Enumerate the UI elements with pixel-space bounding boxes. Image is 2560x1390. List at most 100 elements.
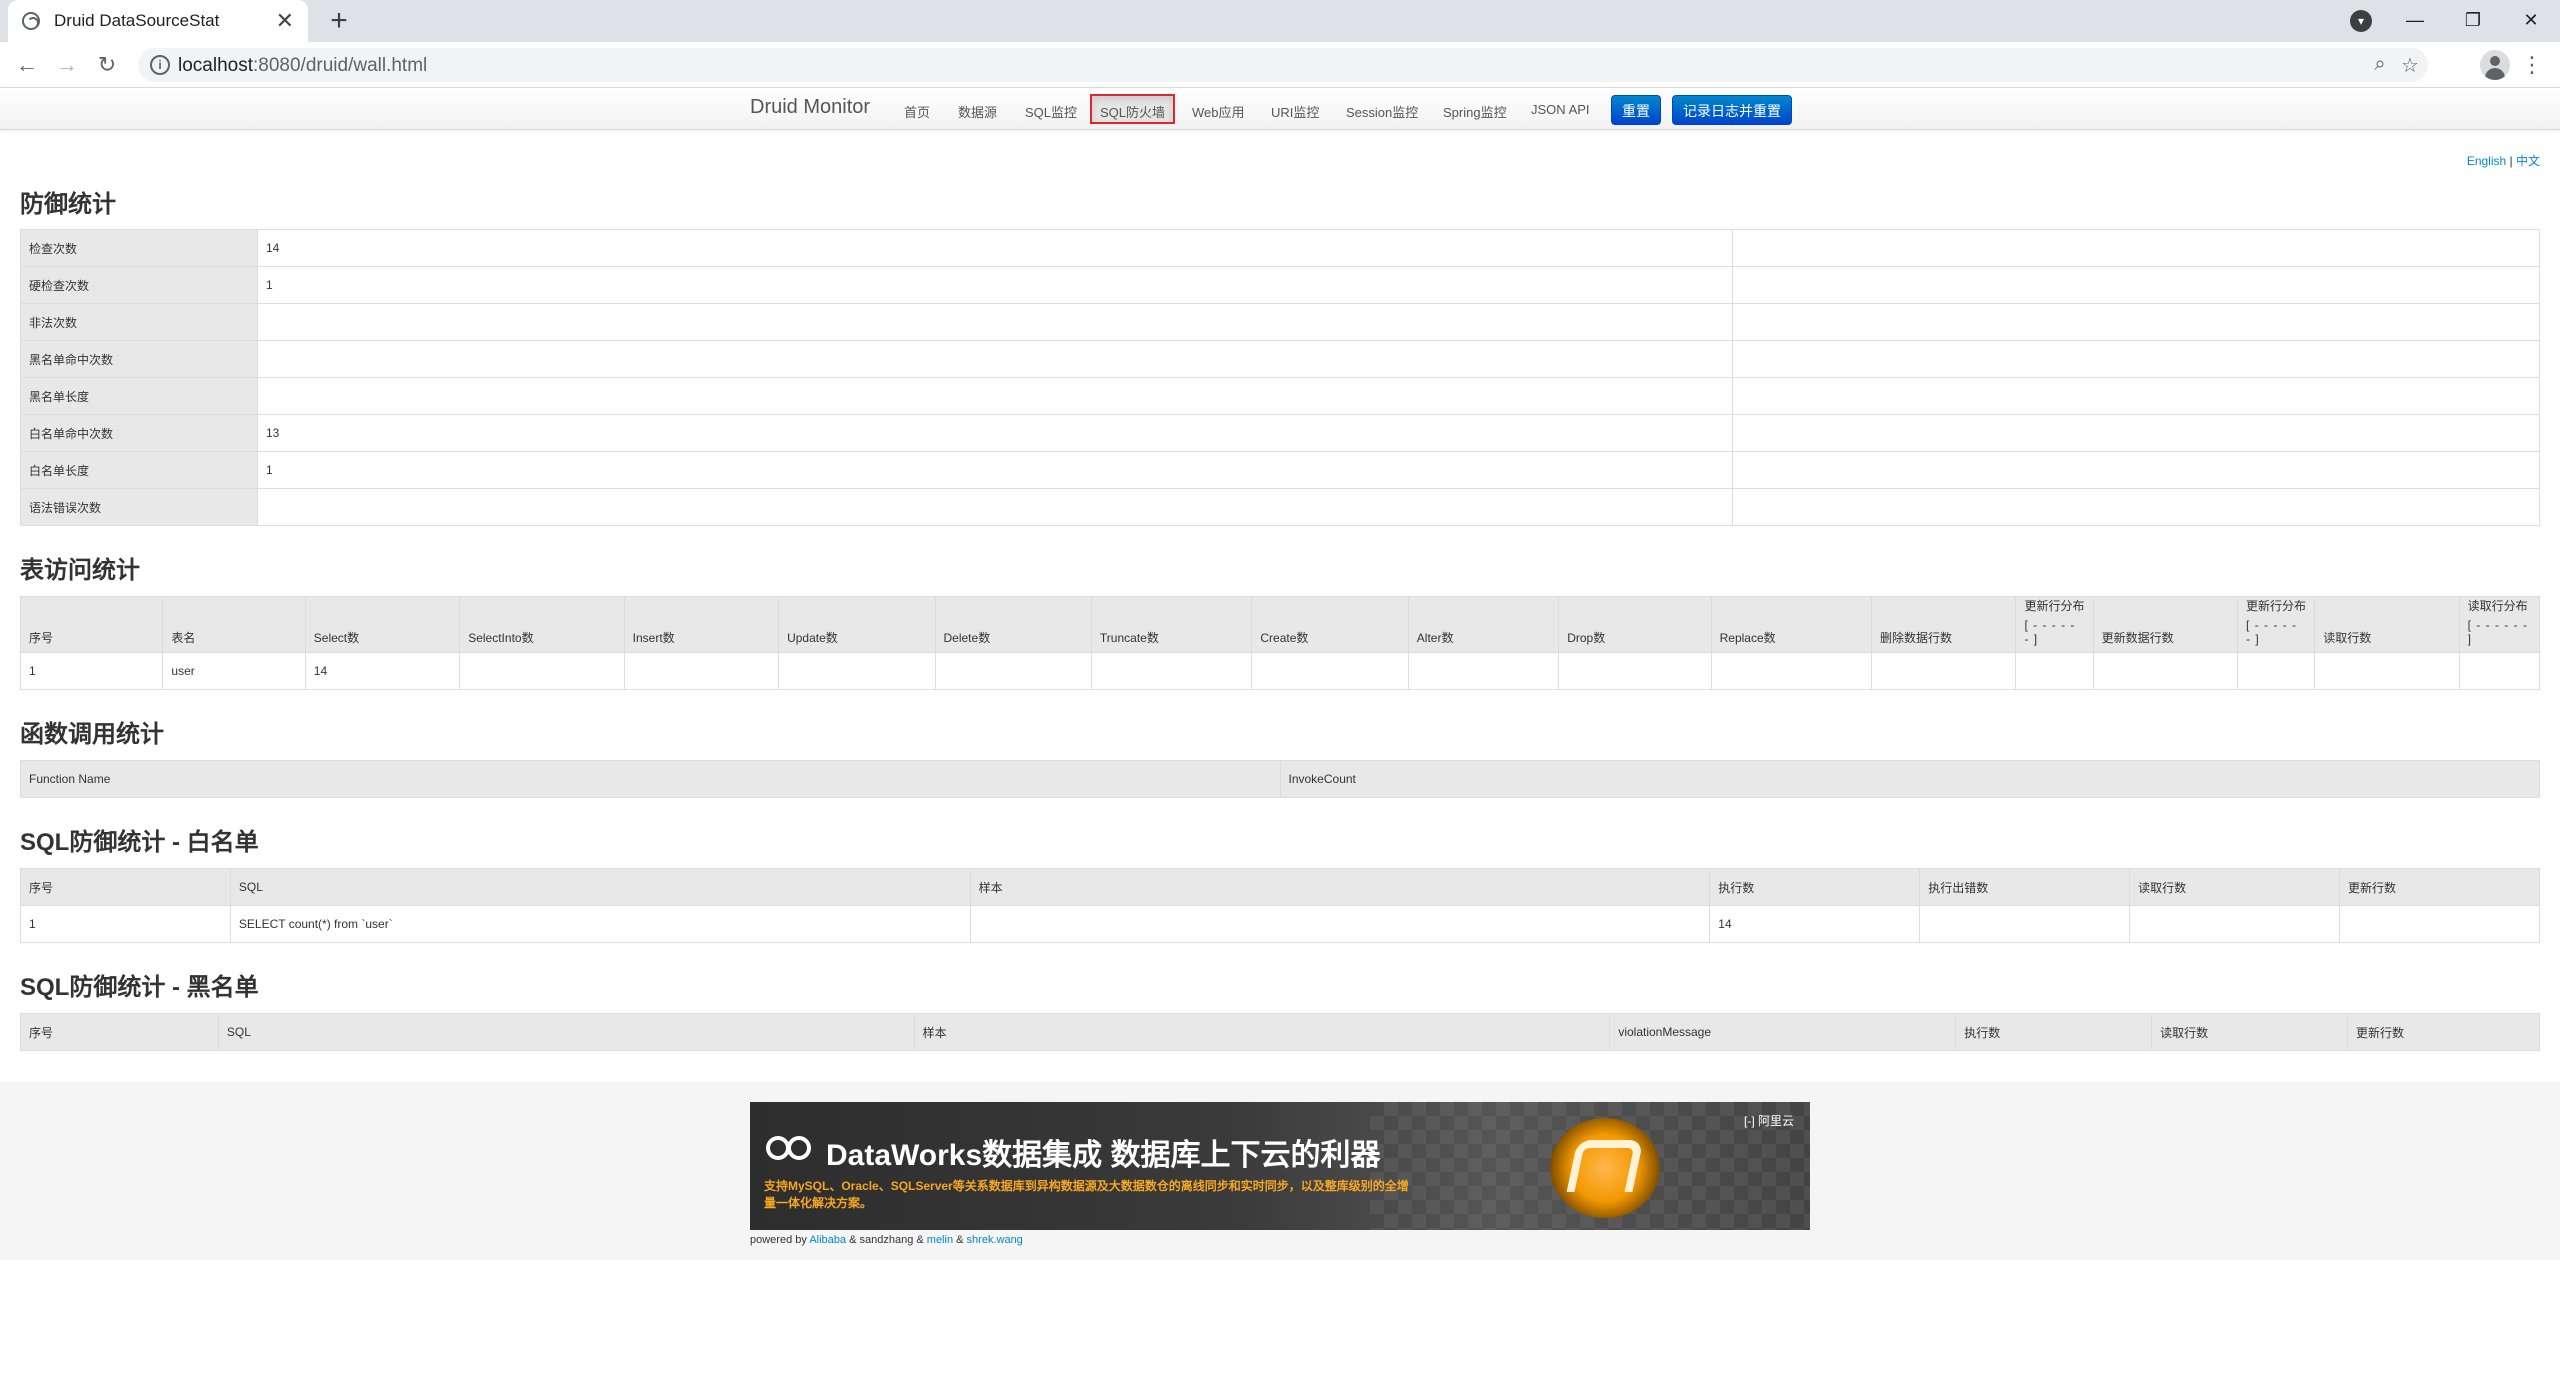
access-col-header[interactable]: 序号 [19,596,164,653]
defense-value [257,377,1733,415]
defense-value: 1 [257,266,1733,304]
banner-title: DataWorks数据集成 数据库上下云的利器 [826,1139,1381,1172]
defense-label: 黑名单命中次数 [20,340,258,378]
nav-sql-firewall[interactable]: SQL防火墙 [1090,94,1176,124]
defense-row: 白名单命中次数 13 [20,414,2540,452]
banner-subtitle: 支持MySQL、Oracle、SQLServer等关系数据库到异构数据源及大数据… [764,1179,1409,1210]
access-col-header[interactable]: 读取行数 [2314,596,2460,653]
reset-button[interactable]: 重置 [1611,95,1661,125]
browser-menu-icon[interactable]: ⋮ [2520,50,2544,80]
tab-search-icon[interactable]: ▾ [2350,10,2372,32]
powered-sep-1: & sandzhang & [849,1234,924,1246]
defense-extra-cell [1732,451,2540,489]
lang-english-link[interactable]: English [2467,154,2506,168]
function-stats-title: 函数调用统计 [20,721,164,748]
access-col-header[interactable]: 表名 [162,596,306,653]
close-window-button[interactable]: ✕ [2502,0,2560,42]
function-col-header[interactable]: Function Name [20,760,1281,798]
brand[interactable]: Druid Monitor [750,96,870,119]
dataworks-ad-banner[interactable]: DataWorks数据集成 数据库上下云的利器 支持MySQL、Oracle、S… [750,1102,1810,1230]
browser-tab[interactable]: Druid DataSourceStat ✕ [8,0,308,42]
new-tab-button[interactable]: + [322,4,356,38]
zoom-icon[interactable]: ⌕ [2368,53,2392,76]
access-col-header[interactable]: Update数 [778,596,936,653]
access-col-header[interactable]: 更新行分布 [ - - - - - - ] [2015,596,2094,653]
nav-datasource[interactable]: 数据源 [958,102,997,121]
nav-session-monitor[interactable]: Session监控 [1346,102,1418,121]
nav-spring-monitor[interactable]: Spring监控 [1443,102,1507,121]
table-row: 1 SELECT count(*) from `user` 14 [20,905,2540,943]
blacklist-col-header[interactable]: SQL [217,1013,915,1051]
shrek-link[interactable]: shrek.wang [967,1234,1023,1246]
access-col-label: 更新行分布 [2246,599,2307,613]
access-col-header[interactable]: Delete数 [934,596,1092,653]
access-col-header[interactable]: Replace数 [1710,596,1873,653]
access-col-label: Delete数 [943,631,991,645]
access-col-header[interactable]: 读取行分布 [ - - - - - - ] [2458,596,2541,653]
blacklist-col-header[interactable]: 更新行数 [2347,1013,2540,1051]
whitelist-title: SQL防御统计 - 白名单 [20,829,259,856]
aliyun-brand: [-] 阿里云 [1743,1114,1794,1128]
function-col-header[interactable]: InvokeCount [1279,760,2540,798]
whitelist-col-header[interactable]: 读取行数 [2129,868,2341,906]
melin-link[interactable]: melin [927,1234,953,1246]
nav-web-app[interactable]: Web应用 [1192,102,1245,121]
nav-home[interactable]: 首页 [904,102,930,121]
profile-avatar-icon[interactable] [2480,50,2510,80]
tab-close-icon[interactable]: ✕ [276,8,294,34]
access-col-label: Update数 [787,631,838,645]
whitelist-col-header[interactable]: 执行出错数 [1919,868,2131,906]
table-row: 1 user 14 [19,652,2541,690]
access-col-header[interactable]: 更新行分布 [ - - - - - - ] [2237,596,2316,653]
access-col-header[interactable]: Create数 [1251,596,1409,653]
defense-label: 语法错误次数 [20,488,258,526]
defense-value: 1 [257,451,1733,489]
whitelist-cell [2129,905,2341,943]
blacklist-col-header[interactable]: 样本 [913,1013,1611,1051]
defense-row: 语法错误次数 [20,488,2540,526]
footer: DataWorks数据集成 数据库上下云的利器 支持MySQL、Oracle、S… [0,1082,2560,1260]
distribution-range: [ - - - - - - ] [2024,618,2076,646]
access-cell [1871,652,2017,690]
powered-by: powered by Alibaba & sandzhang & melin &… [750,1234,1023,1246]
log-and-reset-button[interactable]: 记录日志并重置 [1672,95,1792,125]
whitelist-col-header[interactable]: 序号 [20,868,231,906]
nav-sql-monitor[interactable]: SQL监控 [1025,102,1077,121]
lang-chinese-link[interactable]: 中文 [2516,154,2540,168]
access-col-header[interactable]: Alter数 [1407,596,1560,653]
blacklist-col-header[interactable]: 读取行数 [2151,1013,2349,1051]
distribution-range: [ - - - - - - ] [2467,618,2528,646]
restore-button[interactable]: ❐ [2444,0,2502,42]
nav-json-api[interactable]: JSON API [1531,102,1590,117]
bookmark-star-icon[interactable]: ☆ [2398,53,2422,78]
access-col-header[interactable]: 删除数据行数 [1871,596,2017,653]
whitelist-col-header[interactable]: 样本 [969,868,1711,906]
defense-label: 硬检查次数 [20,266,258,304]
access-col-header[interactable]: SelectInto数 [459,596,625,653]
access-col-header[interactable]: Drop数 [1558,596,1712,653]
whitelist-col-header[interactable]: 执行数 [1709,868,1921,906]
reload-icon[interactable]: ↻ [92,50,122,80]
forward-arrow-icon[interactable]: → [52,50,82,80]
access-col-label: 更新数据行数 [2101,631,2174,645]
alibaba-link[interactable]: Alibaba [809,1234,846,1246]
whitelist-cell: 1 [20,905,231,943]
address-bar[interactable]: i localhost:8080/druid/wall.html ⌕ ☆ [138,48,2428,82]
defense-row: 黑名单长度 [20,377,2540,415]
access-col-header[interactable]: Insert数 [623,596,780,653]
access-col-header[interactable]: Select数 [304,596,461,653]
access-col-header[interactable]: 更新数据行数 [2092,596,2239,653]
blacklist-col-header[interactable]: 序号 [20,1013,219,1051]
access-col-header[interactable]: Truncate数 [1090,596,1253,653]
whitelist-col-header[interactable]: 更新行数 [2339,868,2540,906]
blacklist-col-header[interactable]: 执行数 [1955,1013,2153,1051]
nav-uri-monitor[interactable]: URI监控 [1271,102,1319,121]
whitelist-cell [1919,905,2131,943]
access-col-label: Truncate数 [1099,631,1159,645]
defense-extra-cell [1732,414,2540,452]
blacklist-col-header[interactable]: violationMessage [1609,1013,1957,1051]
back-arrow-icon[interactable]: ← [12,50,42,80]
minimize-button[interactable]: — [2386,0,2444,42]
site-info-icon[interactable]: i [150,55,170,75]
whitelist-col-header[interactable]: SQL [229,868,971,906]
